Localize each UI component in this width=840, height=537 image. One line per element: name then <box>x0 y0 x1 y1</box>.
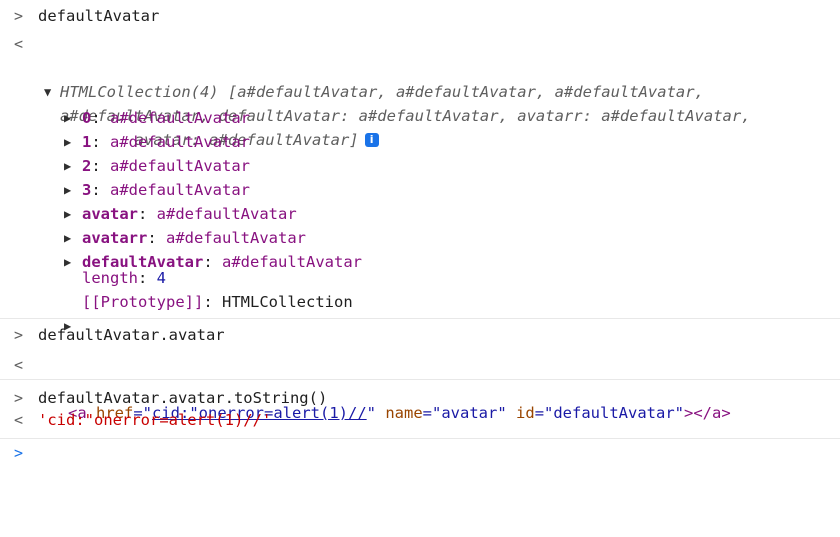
colon: : <box>147 229 166 247</box>
length-value: 4 <box>156 269 167 287</box>
prototype-wrap: [[Prototype]]: HTMLCollection <box>82 290 353 314</box>
item-key: 3 <box>82 181 92 199</box>
item-content: 1: a#defaultAvatar <box>82 130 250 154</box>
collection-item-row[interactable]: ▶ 1: a#defaultAvatar <box>0 130 840 154</box>
chevron-left-icon: < <box>14 411 24 429</box>
input-text: defaultAvatar <box>38 7 160 25</box>
prototype-row[interactable]: ▶ [[Prototype]]: HTMLCollection <box>0 290 840 333</box>
item-key: 2 <box>82 157 92 175</box>
output-summary-line1: < HTMLCollection(4) [a#defaultAvatar, a#… <box>0 32 840 101</box>
input-line: > defaultAvatar.avatar <box>0 323 840 347</box>
item-content: 2: a#defaultAvatar <box>82 154 250 178</box>
output-summary-line3: avatar: a#defaultAvatar] i <box>0 80 840 149</box>
output-summary-line2[interactable]: ▼ a#defaultAvatar, defaultAvatar: a#defa… <box>0 56 840 125</box>
item-key: avatar <box>82 205 138 223</box>
item-key: 0 <box>82 109 92 127</box>
item-content: 0: a#defaultAvatar <box>82 106 250 130</box>
item-content: avatarr: a#defaultAvatar <box>82 226 306 250</box>
collection-item-row[interactable]: ▶ 2: a#defaultAvatar <box>0 154 840 178</box>
prototype-key: [[Prototype]] <box>82 293 204 311</box>
colon: : <box>91 157 111 175</box>
console-entry-2: > defaultAvatar.avatar < <a href="cid:"o… <box>0 319 840 422</box>
string-output-line: < 'cid:"onerror=alert(1)//' <box>0 408 840 432</box>
colon: : <box>138 205 157 223</box>
collection-item-row[interactable]: ▶ 0: a#defaultAvatar <box>0 106 840 130</box>
chevron-left-icon: < <box>14 35 24 53</box>
expand-right-icon[interactable]: ▶ <box>64 226 78 250</box>
expand-right-icon[interactable]: ▶ <box>64 106 78 130</box>
element-output-line[interactable]: < <a href="cid:"onerror=alert(1)//" name… <box>0 353 840 422</box>
colon: : <box>91 133 111 151</box>
item-value: a#defaultAvatar <box>156 205 297 223</box>
collection-item-row[interactable]: ▶ 3: a#defaultAvatar <box>0 178 840 202</box>
console-entry-3: > defaultAvatar.avatar.toString() < 'cid… <box>0 380 840 439</box>
item-key: 1 <box>82 133 92 151</box>
length-row: length: 4 <box>0 266 840 290</box>
prototype-value: HTMLCollection <box>222 293 353 311</box>
collection-item-row[interactable]: ▶ avatarr: a#defaultAvatar <box>0 226 840 250</box>
console-prompt[interactable]: > <box>0 441 840 465</box>
collection-item-row[interactable]: ▶ avatar: a#defaultAvatar <box>0 202 840 226</box>
devtools-console: > defaultAvatar < HTMLCollection(4) [a#d… <box>0 0 840 477</box>
chevron-right-icon: > <box>14 389 24 407</box>
input-line: > defaultAvatar <box>0 4 840 28</box>
item-content: 3: a#defaultAvatar <box>82 178 250 202</box>
item-value: a#defaultAvatar <box>110 109 250 127</box>
chevron-right-icon: > <box>14 326 24 344</box>
chevron-right-icon: > <box>14 7 24 25</box>
item-value: a#defaultAvatar <box>110 133 250 151</box>
console-input[interactable] <box>38 441 818 465</box>
expand-right-icon[interactable]: ▶ <box>64 130 78 154</box>
length-wrap: length: 4 <box>82 266 166 290</box>
colon: : <box>91 109 111 127</box>
colon: : <box>138 269 157 287</box>
string-output: 'cid:"onerror=alert(1)//' <box>38 411 272 429</box>
item-value: a#defaultAvatar <box>110 181 250 199</box>
colon: : <box>203 293 222 311</box>
expand-right-icon[interactable]: ▶ <box>64 154 78 178</box>
console-entry-1: > defaultAvatar < HTMLCollection(4) [a#d… <box>0 0 840 333</box>
item-value: a#defaultAvatar <box>110 157 250 175</box>
length-key: length <box>82 269 138 287</box>
expand-right-icon[interactable]: ▶ <box>64 178 78 202</box>
input-text: defaultAvatar.avatar.toString() <box>38 389 328 407</box>
item-value: a#defaultAvatar <box>166 229 306 247</box>
chevron-left-icon: < <box>14 356 24 374</box>
input-text: defaultAvatar.avatar <box>38 326 225 344</box>
chevron-right-icon: > <box>14 444 24 462</box>
item-content: avatar: a#defaultAvatar <box>82 202 297 226</box>
colon: : <box>91 181 111 199</box>
collection-items: ▶ 0: a#defaultAvatar ▶ 1: a#defaultAvatar ▶ 2… <box>0 106 840 274</box>
item-key: avatarr <box>82 229 148 247</box>
input-line: > defaultAvatar.avatar.toString() <box>0 386 840 410</box>
expand-right-icon[interactable]: ▶ <box>64 202 78 226</box>
